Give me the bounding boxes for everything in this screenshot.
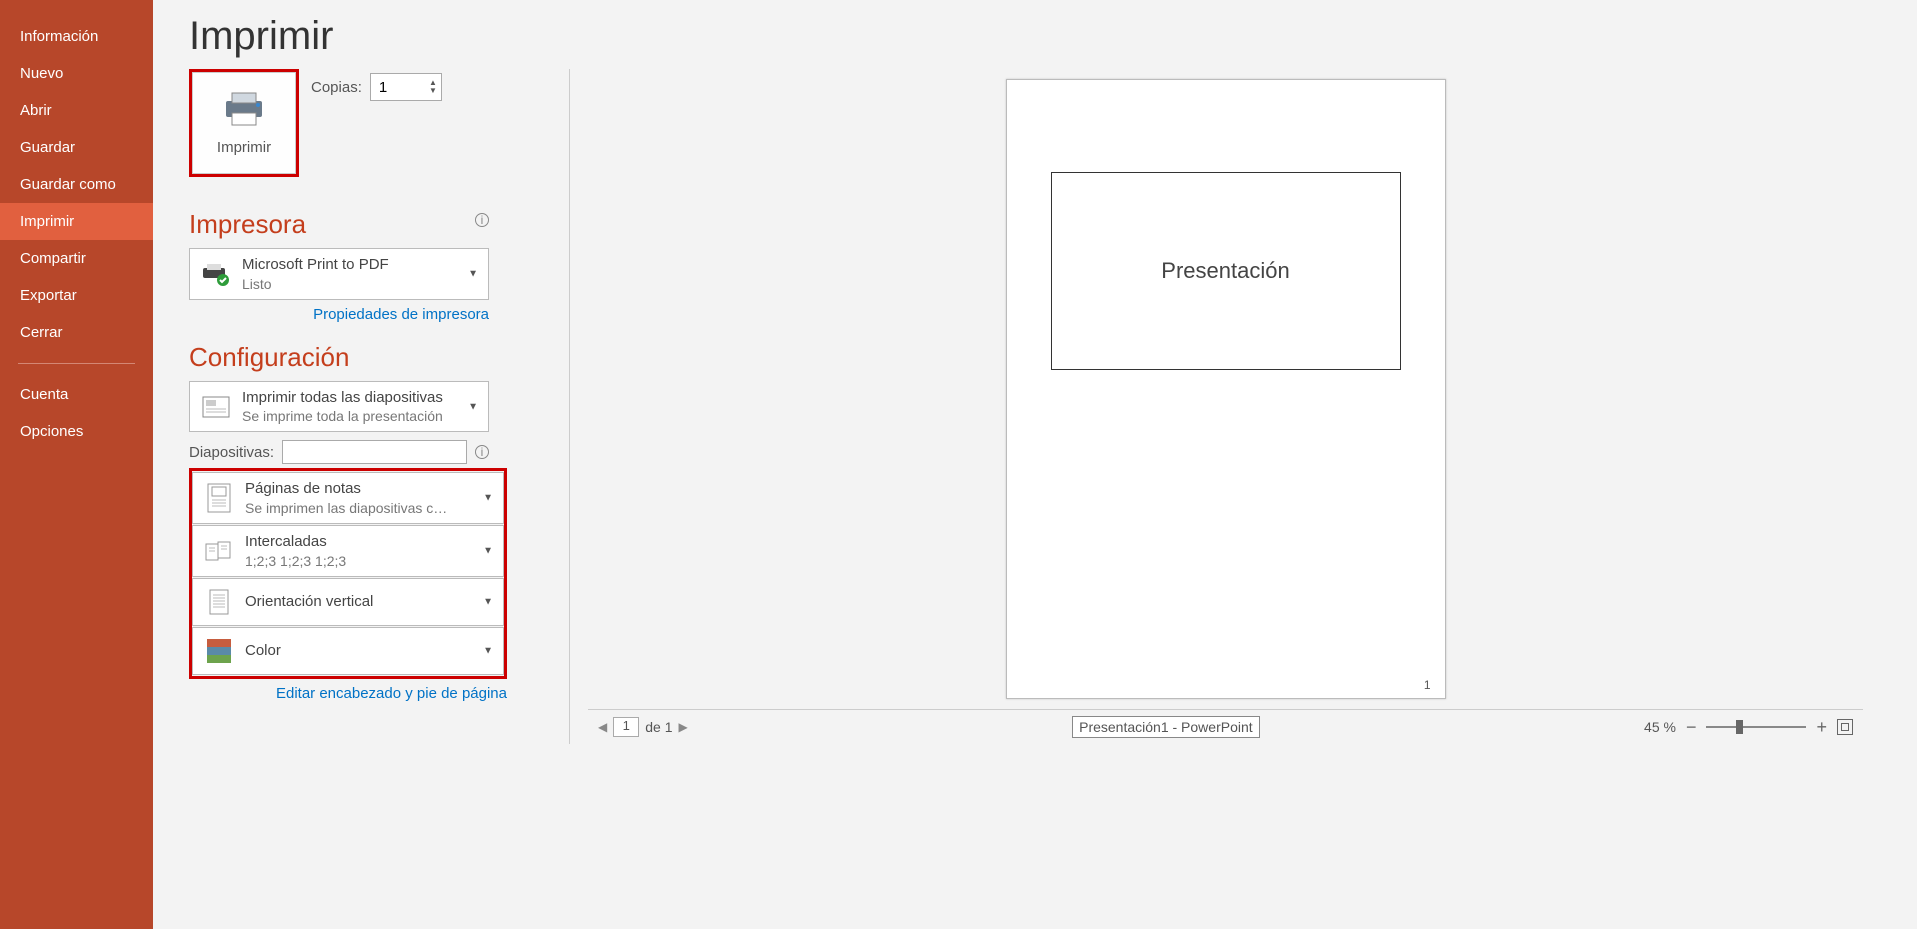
printer-properties-link[interactable]: Propiedades de impresora <box>313 306 489 323</box>
print-button-label: Imprimir <box>217 139 271 156</box>
zoom-slider[interactable] <box>1706 726 1806 728</box>
chevron-down-icon: ▼ <box>468 268 478 279</box>
section-impresora: Impresora <box>189 209 306 240</box>
main-area: Imprimir Imprimir <box>153 0 1917 929</box>
print-preview-pane: Presentación 1 ◀ 1 de 1 ▶ Presentación1 … <box>569 69 1881 744</box>
sidebar-separator <box>18 363 135 364</box>
collated-icon <box>203 540 235 562</box>
notes-page-icon <box>203 483 235 513</box>
sidebar-item-guardar-como[interactable]: Guardar como <box>0 166 153 203</box>
chevron-down-icon: ▼ <box>468 401 478 412</box>
sidebar-item-opciones[interactable]: Opciones <box>0 413 153 450</box>
zoom-percent: 45 % <box>1644 719 1676 735</box>
copies-value: 1 <box>379 79 387 96</box>
info-icon[interactable]: i <box>475 213 489 227</box>
sidebar-item-compartir[interactable]: Compartir <box>0 240 153 277</box>
chevron-down-icon: ▼ <box>483 545 493 556</box>
orientation-dropdown[interactable]: Orientación vertical ▼ <box>192 578 504 626</box>
spinner-down-icon[interactable]: ▼ <box>429 87 437 95</box>
collation-title: Intercaladas <box>245 532 346 552</box>
copies-stepper[interactable]: 1 ▲ ▼ <box>370 73 442 101</box>
edit-header-footer-link[interactable]: Editar encabezado y pie de página <box>276 685 507 702</box>
preview-page: Presentación 1 <box>1006 79 1446 699</box>
sidebar-item-abrir[interactable]: Abrir <box>0 92 153 129</box>
print-button[interactable]: Imprimir <box>189 69 299 177</box>
color-icon <box>203 637 235 665</box>
printer-icon <box>222 91 266 127</box>
slides-input[interactable] <box>282 440 467 464</box>
sidebar-item-cerrar[interactable]: Cerrar <box>0 314 153 351</box>
printer-name: Microsoft Print to PDF <box>242 255 389 275</box>
sidebar-item-imprimir[interactable]: Imprimir <box>0 203 153 240</box>
document-title-box: Presentación1 - PowerPoint <box>1072 716 1260 738</box>
slides-label: Diapositivas: <box>189 444 274 461</box>
section-configuracion: Configuración <box>189 342 529 373</box>
sidebar-item-nuevo[interactable]: Nuevo <box>0 55 153 92</box>
page-title: Imprimir <box>189 14 1881 59</box>
info-icon[interactable]: i <box>475 445 489 459</box>
layout-sub: Se imprimen las diapositivas con... <box>245 499 455 517</box>
sidebar-item-exportar[interactable]: Exportar <box>0 277 153 314</box>
sidebar-item-informacion[interactable]: Información <box>0 18 153 55</box>
sidebar-item-guardar[interactable]: Guardar <box>0 129 153 166</box>
copies-label: Copias: <box>311 79 362 96</box>
fit-to-window-button[interactable] <box>1837 719 1853 735</box>
print-range-sub: Se imprime toda la presentación <box>242 407 443 425</box>
preview-page-number: 1 <box>1424 678 1431 692</box>
page-of-label: de 1 <box>645 719 672 735</box>
printer-dropdown[interactable]: Microsoft Print to PDF Listo ▼ <box>189 248 489 300</box>
printer-status-icon <box>200 262 232 286</box>
collation-sub: 1;2;3 1;2;3 1;2;3 <box>245 552 346 570</box>
orientation-title: Orientación vertical <box>245 592 373 612</box>
print-range-dropdown[interactable]: Imprimir todas las diapositivas Se impri… <box>189 381 489 433</box>
spinner-buttons[interactable]: ▲ ▼ <box>429 79 437 95</box>
layout-title: Páginas de notas <box>245 479 455 499</box>
color-title: Color <box>245 641 281 661</box>
zoom-out-button[interactable]: − <box>1686 717 1697 738</box>
preview-slide: Presentación <box>1051 172 1401 370</box>
highlighted-settings-group: Páginas de notas Se imprimen las diaposi… <box>189 468 507 678</box>
sidebar-item-cuenta[interactable]: Cuenta <box>0 376 153 413</box>
next-page-button[interactable]: ▶ <box>678 720 687 734</box>
printer-status: Listo <box>242 275 389 293</box>
color-dropdown[interactable]: Color ▼ <box>192 627 504 675</box>
chevron-down-icon: ▼ <box>483 493 493 504</box>
portrait-icon <box>203 588 235 616</box>
preview-slide-title: Presentación <box>1161 258 1289 284</box>
print-options-column: Imprimir Copias: 1 ▲ ▼ <box>189 69 529 744</box>
backstage-sidebar: Información Nuevo Abrir Guardar Guardar … <box>0 0 153 929</box>
slides-icon <box>200 396 232 418</box>
page-number-input[interactable]: 1 <box>613 717 639 737</box>
layout-dropdown[interactable]: Páginas de notas Se imprimen las diaposi… <box>192 472 504 524</box>
zoom-in-button[interactable]: + <box>1816 717 1827 738</box>
chevron-down-icon: ▼ <box>483 645 493 656</box>
collation-dropdown[interactable]: Intercaladas 1;2;3 1;2;3 1;2;3 ▼ <box>192 525 504 577</box>
prev-page-button[interactable]: ◀ <box>598 720 607 734</box>
pager-bar: ◀ 1 de 1 ▶ Presentación1 - PowerPoint 45… <box>588 709 1863 744</box>
print-range-title: Imprimir todas las diapositivas <box>242 388 443 408</box>
chevron-down-icon: ▼ <box>483 596 493 607</box>
